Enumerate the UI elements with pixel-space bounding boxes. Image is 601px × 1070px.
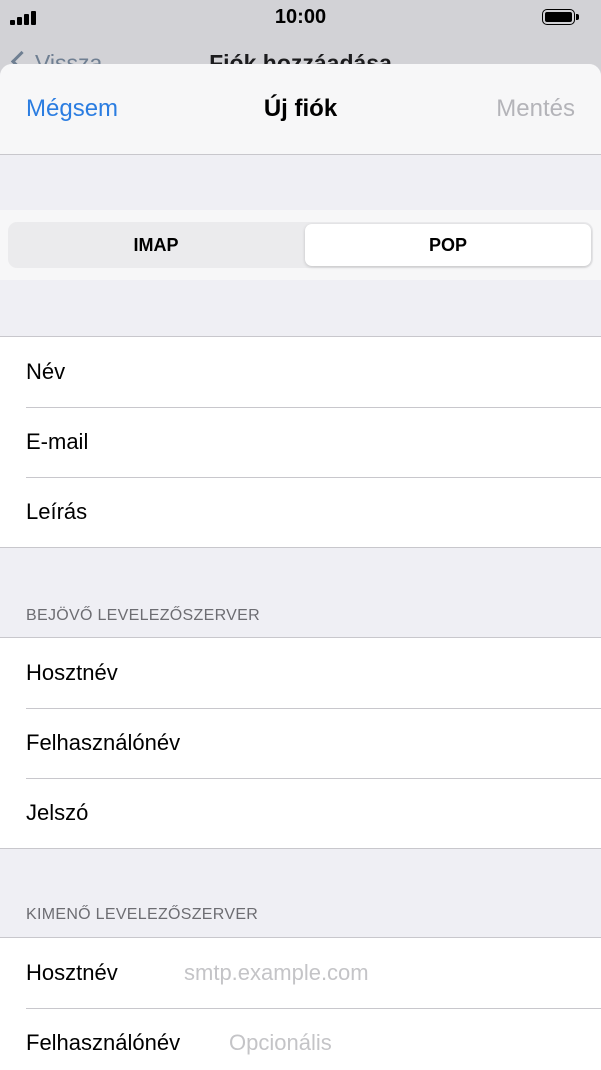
incoming-server-group: Hosztnév Felhasználónév Jelszó [0,637,601,849]
status-time: 10:00 [274,6,327,28]
outgoing-username-row[interactable]: Felhasználónév Opcionális [0,1008,601,1070]
incoming-password-label: Jelszó [26,800,89,825]
account-info-group: Név E-mail Leírás [0,336,601,548]
name-label: Név [26,359,66,384]
outgoing-server-header: KIMENŐ LEVELEZŐSZERVER [26,906,259,923]
incoming-server-header: BEJÖVŐ LEVELEZŐSZERVER [26,607,260,624]
outgoing-hostname-row[interactable]: Hosztnév smtp.example.com [0,938,601,1008]
incoming-hostname-row[interactable]: Hosztnév [0,638,601,708]
email-label: E-mail [26,429,89,454]
description-row[interactable]: Leírás [0,477,601,547]
outgoing-hostname-label: Hosztnév [26,960,118,985]
new-account-sheet: Mégsem Új fiók Mentés IMAP POP Név E-mai… [0,64,601,1070]
outgoing-username-label: Felhasználónév [26,1030,181,1055]
segment-pop[interactable]: POP [305,224,591,266]
name-row[interactable]: Név [0,337,601,407]
incoming-hostname-label: Hosztnév [26,660,118,685]
outgoing-hostname-input[interactable]: smtp.example.com [184,960,369,986]
outgoing-username-input[interactable]: Opcionális [229,1030,332,1056]
incoming-username-label: Felhasználónév [26,730,181,755]
outgoing-server-group: Hosztnév smtp.example.com Felhasználónév… [0,937,601,1070]
battery-icon [542,9,582,27]
account-type-section: IMAP POP [0,210,601,280]
sheet-navigation-bar: Mégsem Új fiók Mentés [0,64,601,155]
save-button[interactable]: Mentés [496,95,575,123]
incoming-password-row[interactable]: Jelszó [0,778,601,848]
account-type-segmented-control: IMAP POP [8,222,593,268]
status-bar: 10:00 [0,0,601,34]
incoming-username-row[interactable]: Felhasználónév [0,708,601,778]
email-row[interactable]: E-mail [0,407,601,477]
description-label: Leírás [26,499,88,524]
segment-imap[interactable]: IMAP [10,224,302,266]
